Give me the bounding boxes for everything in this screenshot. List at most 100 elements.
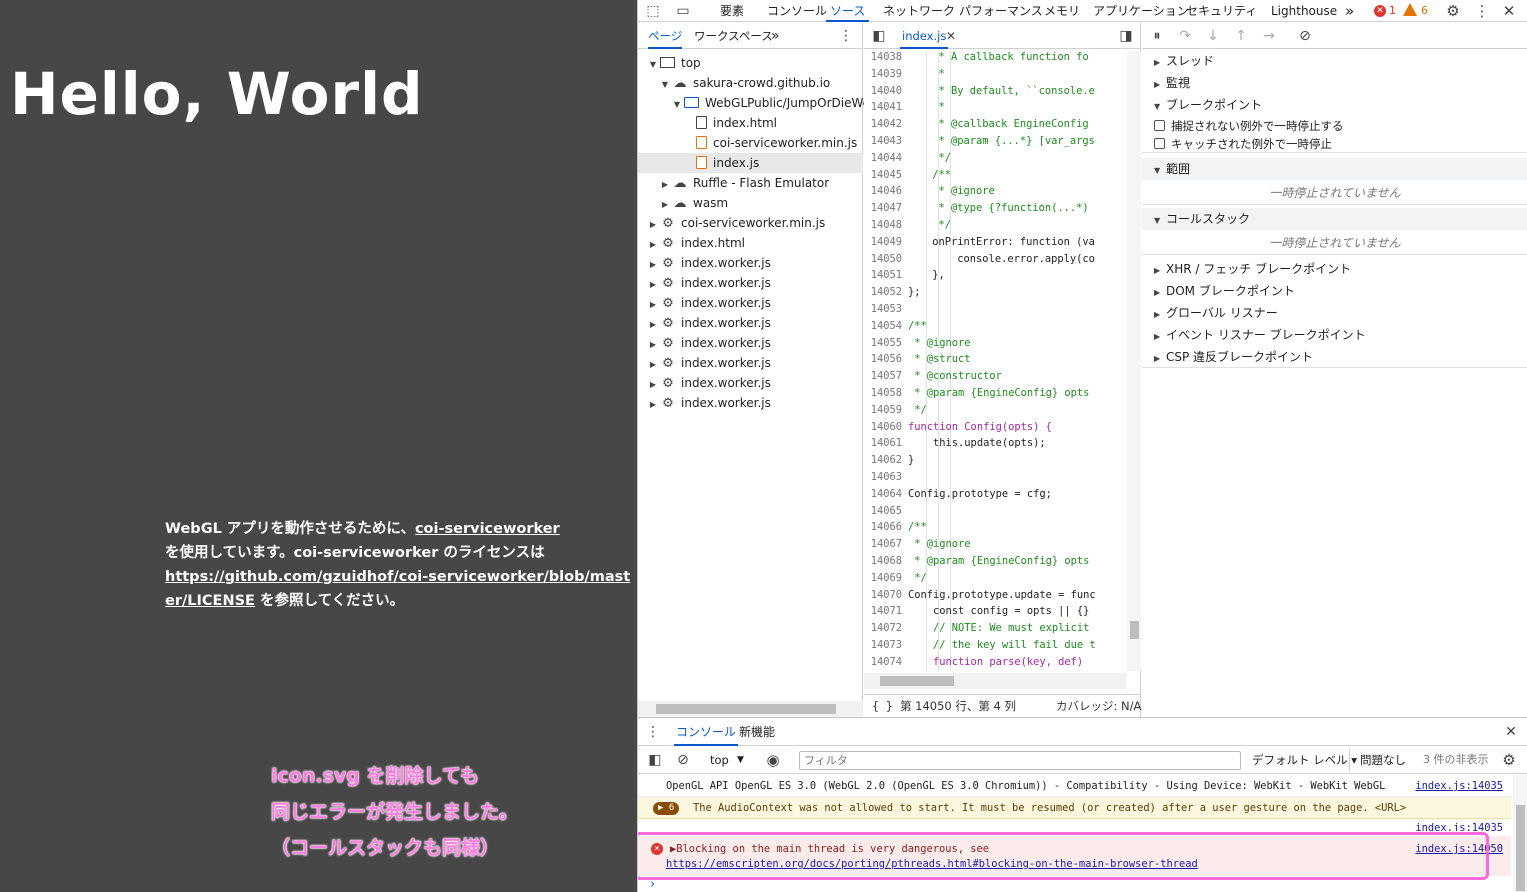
- line-number[interactable]: 14042: [864, 116, 902, 133]
- close-devtools-icon[interactable]: ✕: [1500, 0, 1518, 22]
- pause-uncaught-checkbox[interactable]: [1154, 120, 1165, 131]
- section-xhr-breakpoints[interactable]: ▶ XHR / フェッチ ブレークポイント: [1142, 258, 1527, 280]
- kebab-menu-icon[interactable]: ⋮: [1473, 0, 1491, 22]
- partial-message-source-link[interactable]: index.js:14035: [1415, 819, 1503, 831]
- collapse-arrow-icon[interactable]: ▼: [660, 75, 670, 95]
- line-number[interactable]: 14070: [864, 587, 902, 604]
- drawer-tab-whats-new[interactable]: 新機能: [739, 721, 775, 746]
- navigator-scroll-thumb[interactable]: [656, 704, 836, 714]
- step-out-icon[interactable]: ↑: [1232, 25, 1250, 47]
- section-scope[interactable]: ▼ 範囲: [1142, 158, 1527, 180]
- tab-elements[interactable]: 要素: [720, 0, 744, 22]
- warning-icon[interactable]: [1403, 3, 1417, 16]
- pause-caught-checkbox[interactable]: [1154, 138, 1165, 149]
- tree-item[interactable]: ▶ ⚙ coi-serviceworker.min.js: [638, 213, 825, 233]
- section-global-listeners[interactable]: ▶ グローバル リスナー: [1142, 302, 1527, 324]
- expand-arrow-icon[interactable]: ▶: [660, 195, 670, 215]
- step-over-icon[interactable]: ↷: [1176, 25, 1194, 47]
- line-number[interactable]: 14058: [864, 385, 902, 402]
- console-settings-gear-icon[interactable]: ⚙: [1500, 749, 1518, 771]
- line-number[interactable]: 14047: [864, 200, 902, 217]
- error-count[interactable]: 1: [1389, 0, 1396, 22]
- line-number[interactable]: 14055: [864, 335, 902, 352]
- inspect-element-icon[interactable]: ⬚: [644, 0, 662, 22]
- line-number[interactable]: 14064: [864, 486, 902, 503]
- line-number[interactable]: 14069: [864, 570, 902, 587]
- tab-sources[interactable]: ソース: [826, 0, 870, 22]
- tab-application[interactable]: アプリケーション: [1093, 0, 1189, 22]
- line-number[interactable]: 14040: [864, 83, 902, 100]
- line-number[interactable]: 14062: [864, 452, 902, 469]
- editor-scroll-thumb[interactable]: [1130, 621, 1139, 639]
- expand-arrow-icon[interactable]: ▶: [660, 175, 670, 195]
- tab-memory[interactable]: メモリ: [1044, 0, 1080, 22]
- collapse-arrow-icon[interactable]: ▼: [648, 55, 658, 75]
- device-toolbar-icon[interactable]: ▭: [674, 0, 692, 22]
- tree-item[interactable]: ▶ ⚙ index.worker.js: [638, 353, 771, 373]
- line-number[interactable]: 14056: [864, 351, 902, 368]
- section-breakpoints[interactable]: ▼ ブレークポイント: [1142, 94, 1527, 116]
- line-number[interactable]: 14054: [864, 318, 902, 335]
- tree-item[interactable]: coi-serviceworker.min.js: [638, 133, 857, 153]
- tree-item[interactable]: ▼ top: [638, 53, 701, 73]
- line-number[interactable]: 14059: [864, 402, 902, 419]
- expand-arrow-icon[interactable]: ▶: [648, 295, 658, 315]
- tab-network[interactable]: ネットワーク: [883, 0, 955, 22]
- line-number[interactable]: 14046: [864, 183, 902, 200]
- clear-console-icon[interactable]: ⊘: [674, 749, 692, 771]
- section-event-listener-breakpoints[interactable]: ▶ イベント リスナー ブレークポイント: [1142, 324, 1527, 346]
- line-number[interactable]: 14065: [864, 503, 902, 520]
- line-number[interactable]: 14072: [864, 620, 902, 637]
- console-sidebar-icon[interactable]: ◧: [646, 749, 664, 771]
- context-selector[interactable]: top: [710, 749, 729, 771]
- step-into-icon[interactable]: ↓: [1204, 25, 1222, 47]
- expand-arrow-icon[interactable]: ▶: [648, 315, 658, 335]
- drawer-menu-icon[interactable]: ⋮: [646, 721, 660, 743]
- tree-item[interactable]: ▶ ⚙ index.worker.js: [638, 313, 771, 333]
- tree-item[interactable]: ▶ ☁ wasm: [638, 193, 728, 213]
- line-number[interactable]: 14048: [864, 217, 902, 234]
- editor-vscrollbar[interactable]: [1127, 51, 1141, 671]
- section-dom-breakpoints[interactable]: ▶ DOM ブレークポイント: [1142, 280, 1527, 302]
- tree-item[interactable]: index.js: [638, 153, 863, 173]
- deactivate-breakpoints-icon[interactable]: ⊘: [1296, 25, 1314, 47]
- expand-arrow-icon[interactable]: ▶: [648, 335, 658, 355]
- editor-hscroll-thumb[interactable]: [880, 676, 954, 686]
- line-number[interactable]: 14057: [864, 368, 902, 385]
- tree-item[interactable]: ▶ ⚙ index.worker.js: [638, 293, 771, 313]
- console-filter-input[interactable]: [799, 751, 1241, 770]
- line-number[interactable]: 14071: [864, 603, 902, 620]
- more-tabs-icon[interactable]: »: [1345, 0, 1354, 22]
- warning-count[interactable]: 6: [1421, 0, 1428, 22]
- tab-performance[interactable]: パフォーマンス: [959, 0, 1043, 22]
- close-drawer-icon[interactable]: ✕: [1502, 721, 1520, 743]
- expand-arrow-icon[interactable]: ▶: [648, 355, 658, 375]
- line-number[interactable]: 14051: [864, 267, 902, 284]
- navigator-hscrollbar[interactable]: [638, 701, 863, 717]
- line-number[interactable]: 14049: [864, 234, 902, 251]
- step-icon[interactable]: →: [1260, 25, 1278, 47]
- tab-lighthouse[interactable]: Lighthouse: [1271, 0, 1337, 22]
- live-expression-eye-icon[interactable]: ◉: [764, 749, 782, 771]
- tab-security[interactable]: セキュリティ: [1186, 0, 1257, 22]
- tree-item[interactable]: ▶ ☁ Ruffle - Flash Emulator: [638, 173, 829, 193]
- line-number[interactable]: 14068: [864, 553, 902, 570]
- line-number[interactable]: 14061: [864, 435, 902, 452]
- tree-item[interactable]: ▶ ⚙ index.worker.js: [638, 273, 771, 293]
- expand-arrow-icon[interactable]: ▶: [648, 255, 658, 275]
- console-vscrollbar[interactable]: [1513, 775, 1527, 892]
- editor-hscrollbar[interactable]: [864, 673, 1126, 689]
- expand-arrow-icon[interactable]: ▶: [648, 375, 658, 395]
- line-number[interactable]: 14043: [864, 133, 902, 150]
- line-number[interactable]: 14038: [864, 51, 902, 66]
- chevron-down-icon[interactable]: ▼: [737, 749, 744, 771]
- tree-item[interactable]: ▼ WebGLPublic/JumpOrDieWebGL: [638, 93, 894, 113]
- tree-item[interactable]: ▶ ⚙ index.html: [638, 233, 745, 253]
- expand-arrow-icon[interactable]: ▶: [648, 215, 658, 235]
- navigator-menu-icon[interactable]: ⋮: [838, 25, 854, 47]
- line-number[interactable]: 14039: [864, 66, 902, 83]
- tab-page[interactable]: ページ: [648, 23, 683, 49]
- section-callstack[interactable]: ▼ コールスタック: [1142, 208, 1527, 230]
- tree-item[interactable]: ▶ ⚙ index.worker.js: [638, 393, 771, 413]
- tree-item[interactable]: ▶ ⚙ index.worker.js: [638, 253, 771, 273]
